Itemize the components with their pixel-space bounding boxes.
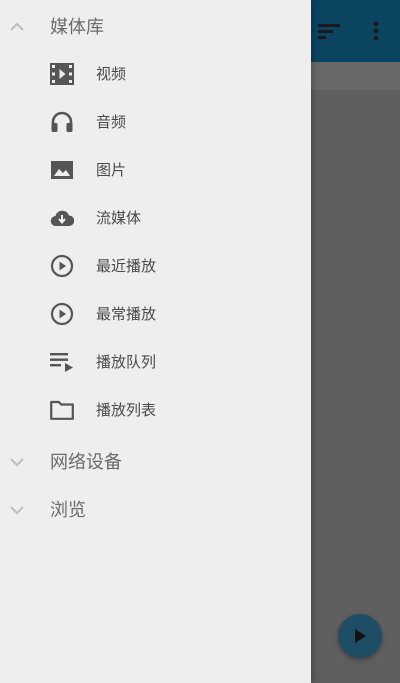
sort-icon[interactable]	[314, 16, 344, 46]
drawer-item-play-queue[interactable]: 播放队列	[0, 338, 311, 386]
drawer-item-label: 流媒体	[96, 209, 142, 227]
cloud-download-icon	[48, 206, 76, 230]
drawer-item-audio[interactable]: 音频	[0, 98, 311, 146]
section-label: 浏览	[50, 500, 86, 521]
drawer-item-recently-played[interactable]: 最近播放	[0, 242, 311, 290]
drawer-item-label: 图片	[96, 161, 127, 179]
drawer-item-label: 最近播放	[96, 257, 157, 275]
drawer-item-streams[interactable]: 流媒体	[0, 194, 311, 242]
section-label: 网络设备	[50, 452, 122, 473]
section-network-devices[interactable]: 网络设备	[0, 437, 311, 485]
drawer-item-label: 视频	[96, 65, 127, 83]
movie-icon	[48, 62, 76, 86]
play-icon	[355, 629, 366, 643]
section-media-library[interactable]: 媒体库	[0, 2, 311, 50]
more-vert-icon[interactable]	[361, 16, 391, 46]
play-circle-icon	[48, 302, 76, 326]
drawer-item-images[interactable]: 图片	[0, 146, 311, 194]
drawer-item-label: 播放列表	[96, 401, 157, 419]
play-fab-button[interactable]	[338, 614, 382, 658]
drawer-item-playlists[interactable]: 播放列表	[0, 386, 311, 434]
drawer-item-video[interactable]: 视频	[0, 50, 311, 98]
app-window: 媒体库 视频 音频 图片 流媒体 最近播放 最常播放 播放队列 播放列表 网络设…	[0, 0, 400, 683]
navigation-drawer: 媒体库 视频 音频 图片 流媒体 最近播放 最常播放 播放队列 播放列表 网络设…	[0, 0, 311, 683]
drawer-item-label: 音频	[96, 113, 127, 131]
section-browse[interactable]: 浏览	[0, 485, 311, 533]
section-label: 媒体库	[50, 17, 104, 38]
play-circle-icon	[48, 254, 76, 278]
chevron-down-icon[interactable]	[8, 501, 26, 519]
folder-icon	[48, 398, 76, 422]
chevron-up-icon[interactable]	[8, 18, 26, 36]
drawer-item-most-played[interactable]: 最常播放	[0, 290, 311, 338]
headphones-icon	[48, 110, 76, 134]
image-icon	[48, 158, 76, 182]
drawer-item-label: 最常播放	[96, 305, 157, 323]
playlist-play-icon	[48, 350, 76, 374]
drawer-item-label: 播放队列	[96, 353, 157, 371]
chevron-down-icon[interactable]	[8, 453, 26, 471]
